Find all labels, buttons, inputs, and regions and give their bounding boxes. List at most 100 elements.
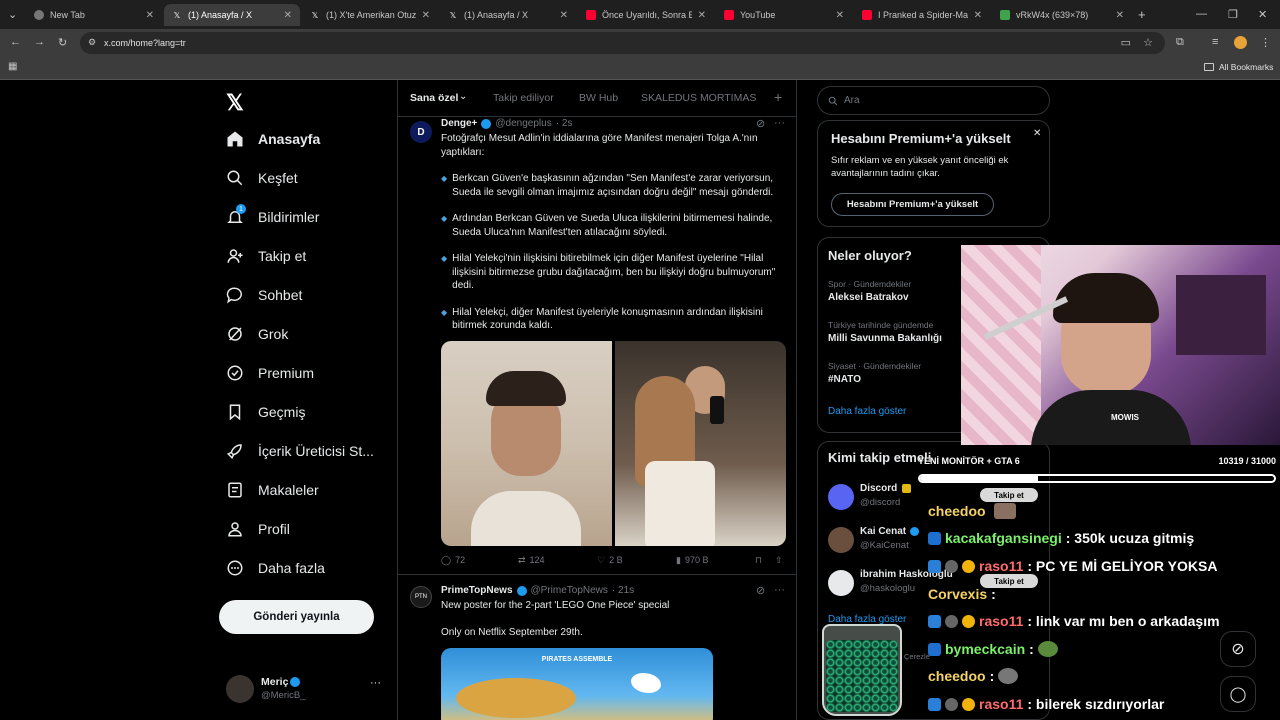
url-field[interactable]: ⚙ x.com/home?lang=tr ▭ ☆: [80, 32, 1165, 54]
close-icon[interactable]: ✕: [1033, 128, 1041, 139]
follow-pill[interactable]: Takip et: [980, 488, 1038, 502]
back-icon[interactable]: ←: [10, 36, 21, 48]
avatar[interactable]: D: [410, 121, 432, 143]
close-icon[interactable]: ✕: [560, 10, 568, 21]
trends-show-more[interactable]: Daha fazla göster: [828, 406, 906, 417]
nav-creator-studio[interactable]: İçerik Üreticisi St...: [226, 436, 374, 466]
tab-title: vRkW4x (639×78): [1016, 10, 1089, 20]
bookmark-icon[interactable]: ⊓: [755, 555, 762, 566]
gumball-jar-widget: [822, 624, 902, 716]
forward-icon[interactable]: →: [34, 36, 45, 48]
tab-5[interactable]: YouTube ✕: [716, 4, 852, 26]
close-icon[interactable]: ✕: [284, 10, 292, 21]
close-icon[interactable]: ✕: [422, 10, 430, 21]
menu-icon[interactable]: ⋮: [1260, 36, 1271, 49]
nav-home[interactable]: Anasayfa: [226, 124, 320, 154]
apps-icon[interactable]: ▦: [8, 61, 17, 72]
post-more-icon[interactable]: ···: [774, 584, 785, 596]
follow-icon: [226, 247, 244, 265]
tab-following[interactable]: Takip ediliyor: [493, 92, 554, 104]
premium-upgrade-button[interactable]: Hesabını Premium+'a yükselt: [831, 193, 994, 216]
share-icon[interactable]: ⇧: [775, 555, 783, 566]
tab-for-you[interactable]: Sana özel: [410, 92, 458, 104]
nav-more[interactable]: Daha fazla: [226, 553, 325, 583]
footer-link[interactable]: Çerezle: [904, 652, 930, 661]
post-image[interactable]: [615, 341, 786, 546]
nav-articles[interactable]: Makaleler: [226, 475, 319, 505]
media-icon[interactable]: ≡: [1212, 36, 1218, 48]
grok-icon[interactable]: ⊘: [756, 584, 765, 597]
author-handle[interactable]: @dengeplus: [495, 118, 551, 129]
hair-shape: [1053, 273, 1159, 323]
star-icon[interactable]: ☆: [1143, 36, 1153, 49]
post-time[interactable]: · 2s: [556, 118, 573, 129]
grok-float-icon[interactable]: ⊘: [1220, 631, 1256, 667]
image-caption: PIRATES ASSEMBLE: [541, 656, 613, 663]
author-name[interactable]: PrimeTopNews: [441, 585, 513, 596]
nav-notifications[interactable]: 1 Bildirimler: [226, 202, 319, 232]
reload-icon[interactable]: ↻: [58, 36, 67, 49]
account-switcher[interactable]: Meriç @MericB_ ···: [226, 673, 386, 707]
tab-bw-hub[interactable]: BW Hub: [579, 92, 618, 104]
nav-profile[interactable]: Profil: [226, 514, 290, 544]
chevron-down-icon[interactable]: ⌄: [459, 91, 467, 102]
trend-item[interactable]: Siyaset · Gündemdekiler #NATO: [828, 361, 921, 385]
trend-item[interactable]: Türkiye tarihinde gündemde Milli Savunma…: [828, 320, 942, 344]
post[interactable]: PTN PrimeTopNews @PrimeTopNews · 21s ⊘ ·…: [398, 576, 796, 720]
grok-icon[interactable]: ⊘: [756, 117, 765, 130]
avatar[interactable]: PTN: [410, 586, 432, 608]
views-button[interactable]: ▮ 970 B: [676, 555, 708, 566]
tab-3[interactable]: 𝕏 (1) Anasayfa / X ✕: [440, 4, 576, 26]
close-icon[interactable]: ✕: [974, 10, 982, 21]
tab-0[interactable]: New Tab ✕: [26, 4, 162, 26]
all-bookmarks[interactable]: All Bookmarks: [1204, 62, 1273, 72]
close-icon[interactable]: ✕: [698, 10, 706, 21]
nav-follow[interactable]: Takip et: [226, 241, 306, 271]
nav-label: Grok: [258, 326, 289, 342]
nav-history[interactable]: Geçmiş: [226, 397, 305, 427]
author-name[interactable]: Denge+: [441, 118, 477, 129]
post-image[interactable]: [441, 341, 612, 546]
nav-explore[interactable]: Keşfet: [226, 163, 298, 193]
cast-icon[interactable]: ▭: [1121, 36, 1131, 49]
window-close-icon[interactable]: ✕: [1258, 8, 1267, 21]
tab-7[interactable]: vRkW4x (639×78) ✕: [992, 4, 1132, 26]
tab-1[interactable]: 𝕏 (1) Anasayfa / X ✕: [164, 4, 300, 26]
x-logo-icon[interactable]: 𝕏: [226, 90, 244, 116]
post-time[interactable]: · 21s: [612, 585, 634, 596]
account-more-icon[interactable]: ···: [370, 677, 381, 689]
add-tab-icon[interactable]: +: [774, 89, 782, 105]
mod-badge-icon: [945, 697, 958, 711]
tab-2[interactable]: 𝕏 (1) X'te Amerikan Otuzbir ✕: [302, 4, 438, 26]
nav-chat[interactable]: Sohbet: [226, 280, 302, 310]
repost-button[interactable]: ⇄ 124: [518, 555, 545, 566]
reply-button[interactable]: ◯ 72: [441, 555, 465, 566]
close-icon[interactable]: ✕: [146, 10, 154, 21]
post-button[interactable]: Gönderi yayınla: [219, 600, 374, 634]
search-box[interactable]: Ara: [817, 86, 1050, 115]
close-icon[interactable]: ✕: [836, 10, 844, 21]
nav-label: Geçmiş: [258, 404, 306, 420]
tab-4[interactable]: Önce Uyarıldı, Sonra Bütü ✕: [578, 4, 714, 26]
tab-skaledus[interactable]: SKALEDUS MORTIMAS: [641, 92, 756, 104]
timeline-tabs: Sana özel ⌄ Takip ediliyor BW Hub SKALED…: [398, 80, 796, 117]
restore-icon[interactable]: ❐: [1228, 8, 1238, 21]
minimize-icon[interactable]: —: [1196, 8, 1207, 20]
nav-premium[interactable]: Premium: [226, 358, 314, 388]
tab-search-icon[interactable]: ⌄: [8, 8, 17, 21]
new-tab-icon[interactable]: +: [1138, 7, 1146, 22]
author-handle[interactable]: @PrimeTopNews: [531, 585, 608, 596]
suggestion-handle: @KaiCenat: [860, 540, 909, 551]
extensions-icon[interactable]: ⧉: [1176, 36, 1184, 49]
like-button[interactable]: ♡ 2 B: [597, 555, 623, 566]
post-image[interactable]: PIRATES ASSEMBLE: [441, 648, 713, 720]
trend-item[interactable]: Spor · Gündemdekiler Aleksei Batrakov: [828, 279, 911, 303]
messages-float-icon[interactable]: ◯: [1220, 676, 1256, 712]
profile-avatar-icon[interactable]: [1234, 36, 1247, 49]
tab-6[interactable]: I Pranked a Spider-Man T ✕: [854, 4, 990, 26]
site-info-icon[interactable]: ⚙: [88, 37, 96, 48]
post-more-icon[interactable]: ···: [774, 117, 785, 129]
close-icon[interactable]: ✕: [1116, 10, 1124, 21]
post[interactable]: D Denge+ @dengeplus · 2s ⊘ ··· Fotoğrafç…: [398, 117, 796, 575]
nav-grok[interactable]: Grok: [226, 319, 288, 349]
